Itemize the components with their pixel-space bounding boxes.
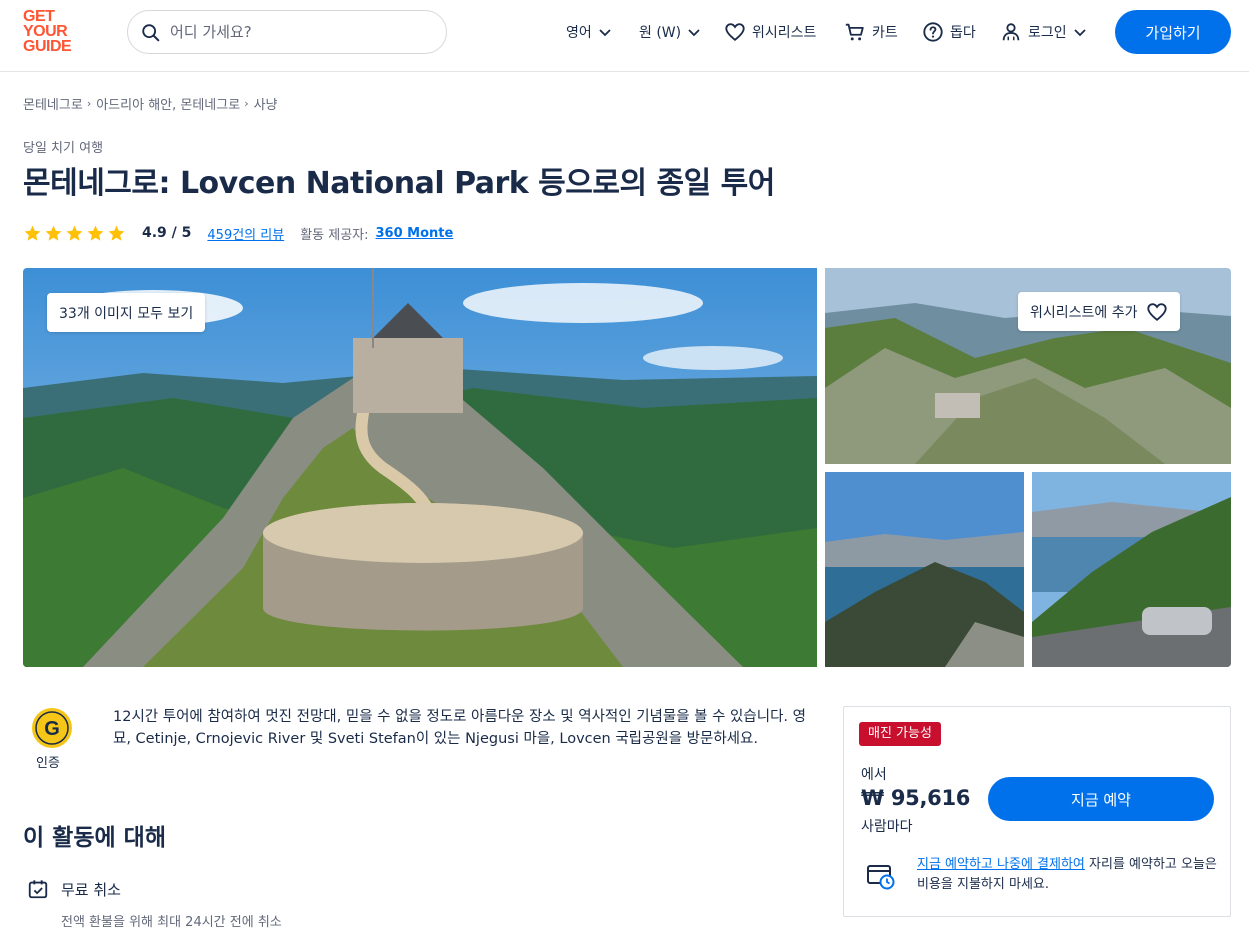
breadcrumb-separator-icon: › [86, 97, 92, 110]
reviews-link[interactable]: 459건의 리뷰 [207, 224, 284, 243]
logo-line-3: GUIDE [23, 38, 72, 55]
about-section-title: 이 활동에 대해 [23, 825, 166, 851]
language-selector[interactable]: 영어 [566, 20, 612, 44]
star-rating [23, 224, 126, 243]
add-to-wishlist-label: 위시리스트에 추가 [1030, 304, 1138, 321]
search-box[interactable] [127, 10, 447, 54]
currency-selector[interactable]: 원 (W) [639, 20, 701, 44]
book-now-button[interactable]: 지금 예약 [988, 777, 1214, 821]
search-input[interactable] [170, 11, 430, 53]
help-icon [923, 22, 943, 42]
price-value: ₩ 95,616 [861, 786, 971, 810]
reserve-pay-later-text: 지금 예약하고 나중에 결제하여 자리를 예약하고 오늘은 비용을 지불하지 마… [917, 855, 1217, 895]
price-per-person: 사람마다 [861, 819, 913, 835]
wishlist-label: 위시리스트 [752, 25, 817, 41]
star-icon [24, 225, 41, 241]
help-link[interactable]: 돕다 [922, 20, 976, 44]
chevron-down-icon [688, 29, 700, 37]
free-cancellation-title: 무료 취소 [61, 881, 121, 899]
signup-button[interactable]: 가입하기 [1115, 10, 1231, 54]
currency-label: 원 (W) [639, 25, 682, 41]
wishlist-link[interactable]: 위시리스트 [724, 20, 816, 44]
star-icon [87, 225, 104, 241]
login-menu[interactable]: 로그인 [1000, 20, 1087, 44]
cart-link[interactable]: 카트 [844, 20, 898, 44]
site-header: GET YOUR GUIDE 영어 원 (W) 위시리스트 카트 돕다 로그인 … [0, 0, 1249, 72]
breadcrumb-item-adriatic-coast[interactable]: 아드리아 해안, 몬테네그로 [96, 94, 240, 113]
language-label: 영어 [566, 25, 592, 41]
gallery-image-bay[interactable] [825, 472, 1024, 667]
rating-row: 4.9 / 5 459건의 리뷰 활동 제공자: 360 Monte [23, 222, 453, 244]
breadcrumb-item-hunting[interactable]: 사냥 [254, 94, 278, 113]
booking-card: 매진 가능성 에서 ₩ 95,616 사람마다 지금 예약 지금 예약하고 나중… [843, 706, 1231, 917]
free-cancellation-desc: 전액 환불을 위해 최대 24시간 전에 취소 [61, 915, 282, 930]
logo-line-2: YOUR [23, 23, 68, 40]
star-icon [66, 225, 83, 241]
logo-line-1: GET [23, 8, 55, 25]
reserve-pay-later-link[interactable]: 지금 예약하고 나중에 결제하여 [917, 857, 1085, 872]
cart-label: 카트 [872, 25, 898, 41]
breadcrumb: 몬테네그로 › 아드리아 해안, 몬테네그로 › 사냥 [23, 94, 278, 113]
login-label: 로그인 [1028, 25, 1067, 41]
chevron-down-icon [599, 29, 611, 37]
getyourguide-logo[interactable]: GET YOUR GUIDE [23, 9, 83, 57]
provider-link[interactable]: 360 Monte [376, 226, 454, 241]
bay-of-kotor-photo [825, 472, 1024, 667]
heart-icon [1146, 302, 1167, 321]
provider-label: 활동 제공자: [300, 227, 369, 243]
breadcrumb-item-montenegro[interactable]: 몬테네그로 [23, 94, 83, 113]
add-to-wishlist-button[interactable]: 위시리스트에 추가 [1018, 292, 1180, 331]
breadcrumb-separator-icon: › [244, 97, 249, 110]
star-icon [45, 225, 62, 241]
user-icon [1002, 23, 1020, 41]
chevron-down-icon [1074, 29, 1086, 37]
star-icon [108, 225, 125, 241]
certified-badge-letter: G [44, 718, 60, 740]
activity-category: 당일 치기 여행 [23, 141, 104, 156]
certified-badge-icon: G [32, 708, 72, 748]
rating-score: 4.9 / 5 [142, 225, 192, 241]
view-all-images-button[interactable]: 33개 이미지 모두 보기 [47, 293, 206, 332]
search-icon [142, 24, 160, 42]
gallery-image-viewpoint[interactable] [1032, 472, 1231, 667]
likely-to-sell-out-badge: 매진 가능성 [859, 722, 941, 746]
page-title: 몬테네그로: Lovcen National Park 등으로의 종일 투어 [23, 166, 775, 201]
help-label: 돕다 [950, 25, 976, 41]
viewpoint-road-photo [1032, 472, 1231, 667]
heart-icon [725, 23, 745, 41]
price-from-label: 에서 [861, 767, 887, 783]
certified-label: 인증 [36, 756, 60, 771]
activity-description: 12시간 투어에 참여하여 멋진 전망대, 믿을 수 없을 정도로 아름다운 장… [113, 709, 806, 747]
cart-icon [845, 23, 864, 41]
calendar-check-icon [28, 880, 48, 899]
reserve-pay-later-icon [867, 865, 895, 890]
